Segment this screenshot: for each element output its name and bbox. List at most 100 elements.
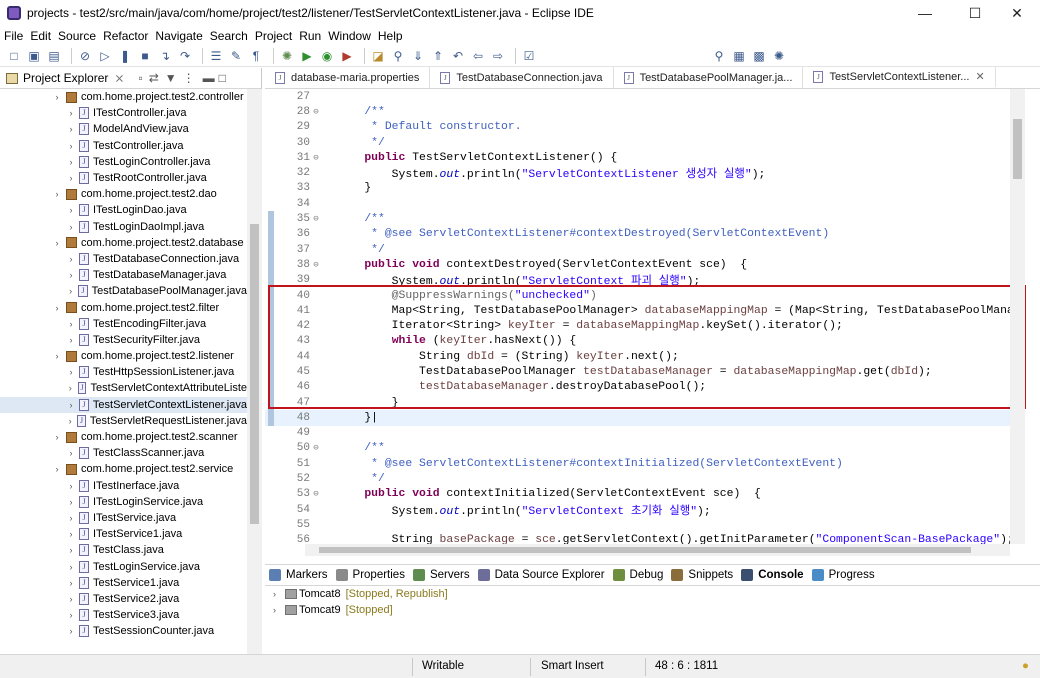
view-tab-properties[interactable]: Properties	[335, 569, 405, 581]
code-line[interactable]: 28 ⊖ /**	[265, 104, 1025, 119]
pin-editor-icon[interactable]: ☑	[521, 48, 537, 64]
maximize-button[interactable]: ☐	[952, 0, 998, 26]
expand-arrow-icon[interactable]: ›	[66, 497, 76, 507]
view-tab-markers[interactable]: Markers	[269, 569, 328, 581]
code-line[interactable]: 48 }|	[265, 410, 1025, 426]
collapse-all-icon[interactable]: ▫	[138, 71, 142, 85]
tree-package-row[interactable]: › com.home.project.test2.listener	[0, 348, 247, 364]
tree-package-row[interactable]: › com.home.project.test2.dao	[0, 186, 247, 202]
expand-arrow-icon[interactable]: ›	[66, 626, 76, 636]
toggle-mark-icon[interactable]: ✎	[228, 48, 244, 64]
expand-arrow-icon[interactable]: ›	[66, 141, 76, 151]
coverage-icon[interactable]: ◉	[319, 48, 335, 64]
forward-icon[interactable]: ⇨	[490, 48, 506, 64]
tree-file-row[interactable]: › J ITestInerface.java	[0, 478, 247, 494]
tree-package-row[interactable]: › com.home.project.test2.controller	[0, 89, 247, 105]
editor-horizontal-scrollbar[interactable]	[305, 544, 1010, 556]
code-line[interactable]: 55	[265, 517, 1025, 532]
tree-file-row[interactable]: › J TestDatabasePoolManager.java	[0, 283, 247, 299]
code-line[interactable]: 38 ⊖ public void contextDestroyed(Servlet…	[265, 257, 1025, 273]
expand-arrow-icon[interactable]: ›	[52, 464, 62, 474]
back-icon[interactable]: ⇦	[470, 48, 486, 64]
code-line[interactable]: 56 String basePackage = sce.getServletCo…	[265, 533, 1025, 544]
tree-file-row[interactable]: › J TestEncodingFilter.java	[0, 316, 247, 332]
expand-arrow-icon[interactable]: ›	[66, 481, 76, 491]
server-row[interactable]: › Tomcat9 [Stopped]	[265, 602, 1040, 618]
expand-arrow-icon[interactable]: ›	[66, 448, 76, 458]
prev-annotation-icon[interactable]: ⇑	[430, 48, 446, 64]
fold-icon[interactable]: ⊖	[310, 260, 322, 270]
expand-arrow-icon[interactable]: ›	[66, 270, 76, 280]
filter-icon[interactable]: ▼	[165, 71, 177, 85]
java-perspective-icon[interactable]: ▩	[751, 48, 767, 64]
expand-arrow-icon[interactable]: ›	[66, 545, 76, 555]
run-icon[interactable]: ▶	[299, 48, 315, 64]
next-annotation-icon[interactable]: ⇓	[410, 48, 426, 64]
suspend-icon[interactable]: ❚	[117, 48, 133, 64]
server-row[interactable]: › Tomcat8 [Stopped, Republish]	[265, 586, 1040, 602]
debug-perspective-icon[interactable]: ✺	[771, 48, 787, 64]
tree-file-row[interactable]: › J TestService2.java	[0, 591, 247, 607]
expand-arrow-icon[interactable]: ›	[66, 335, 76, 345]
tree-file-row[interactable]: › J TestHttpSessionListener.java	[0, 364, 247, 380]
close-tab-icon[interactable]: ✕	[975, 70, 984, 83]
menu-navigate[interactable]: Navigate	[155, 29, 202, 43]
tree-file-row[interactable]: › J TestLoginDaoImpl.java	[0, 219, 247, 235]
expand-arrow-icon[interactable]: ›	[66, 157, 76, 167]
expand-arrow-icon[interactable]: ›	[52, 92, 62, 102]
code-line[interactable]: 53 ⊖ public void contextInitialized(Servl…	[265, 487, 1025, 502]
view-tab-snippets[interactable]: Snippets	[671, 569, 733, 581]
editor-tab[interactable]: J TestDatabaseConnection.java	[430, 67, 614, 88]
tree-file-row[interactable]: › J TestRootController.java	[0, 170, 247, 186]
tree-file-row[interactable]: › J TestClass.java	[0, 542, 247, 558]
expand-arrow-icon[interactable]: ›	[52, 432, 62, 442]
view-tab-servers[interactable]: Servers	[412, 569, 470, 581]
tree-file-row[interactable]: › J TestDatabaseManager.java	[0, 267, 247, 283]
tree-file-row[interactable]: › J ITestLoginService.java	[0, 494, 247, 510]
expand-arrow-icon[interactable]: ›	[66, 562, 76, 572]
menu-file[interactable]: File	[4, 29, 23, 43]
code-line[interactable]: 32 System.out.println("ServletContextLis…	[265, 165, 1025, 181]
expand-arrow-icon[interactable]: ›	[52, 351, 62, 361]
debug-icon[interactable]: ✺	[279, 48, 295, 64]
expand-arrow-icon[interactable]: ›	[66, 610, 76, 620]
code-line[interactable]: 36 * @see ServletContextListener#context…	[265, 226, 1025, 242]
expand-arrow-icon[interactable]: ›	[52, 303, 62, 313]
skip-breakpoints-icon[interactable]: ⊘	[77, 48, 93, 64]
menu-search[interactable]: Search	[210, 29, 248, 43]
tree-file-row[interactable]: › J TestDatabaseConnection.java	[0, 251, 247, 267]
expand-arrow-icon[interactable]: ›	[66, 254, 76, 264]
code-line[interactable]: 37 */	[265, 241, 1025, 258]
tree-file-row[interactable]: › J TestSessionCounter.java	[0, 623, 247, 639]
step-into-icon[interactable]: ↴	[157, 48, 173, 64]
tip-bulb-icon[interactable]: ●	[1022, 660, 1029, 672]
tree-file-row[interactable]: › J TestServletRequestListener.java	[0, 413, 247, 429]
expand-arrow-icon[interactable]: ›	[66, 286, 75, 296]
link-editor-icon[interactable]: ⇄	[149, 71, 159, 85]
code-line[interactable]: 52 */	[265, 471, 1025, 486]
expand-arrow-icon[interactable]: ›	[52, 189, 62, 199]
expand-arrow-icon[interactable]: ›	[66, 222, 76, 232]
view-tab-console[interactable]: Console	[741, 569, 804, 581]
menu-window[interactable]: Window	[328, 29, 371, 43]
new-icon[interactable]: □	[6, 48, 22, 64]
project-explorer-tab[interactable]: Project Explorer ⨯ ▫ ⇄ ▼ ⋮ ▬ □	[0, 68, 261, 89]
code-line[interactable]: 54 System.out.println("ServletContext 초기…	[265, 502, 1025, 518]
minimize-button[interactable]: —	[902, 0, 948, 26]
tree-package-row[interactable]: › com.home.project.test2.scanner	[0, 429, 247, 445]
view-menu-icon[interactable]: ⋮	[183, 71, 195, 85]
tree-package-row[interactable]: › com.home.project.test2.filter	[0, 299, 247, 315]
code-line[interactable]: 29 * Default constructor.	[265, 120, 1025, 135]
fold-icon[interactable]: ⊖	[310, 489, 322, 499]
tree-file-row[interactable]: › J TestService1.java	[0, 575, 247, 591]
code-line[interactable]: 35 ⊖ /**	[265, 211, 1025, 227]
fold-icon[interactable]: ⊖	[310, 153, 322, 163]
expand-arrow-icon[interactable]: ›	[66, 529, 76, 539]
code-line[interactable]: 33 }	[265, 181, 1025, 196]
search-icon[interactable]: ⚲	[711, 48, 727, 64]
tree-file-row[interactable]: › J TestSecurityFilter.java	[0, 332, 247, 348]
close-window-button[interactable]: ✕	[994, 0, 1040, 26]
menu-run[interactable]: Run	[299, 29, 321, 43]
tree-file-row[interactable]: › J TestService3.java	[0, 607, 247, 623]
expand-arrow-icon[interactable]: ›	[52, 238, 62, 248]
